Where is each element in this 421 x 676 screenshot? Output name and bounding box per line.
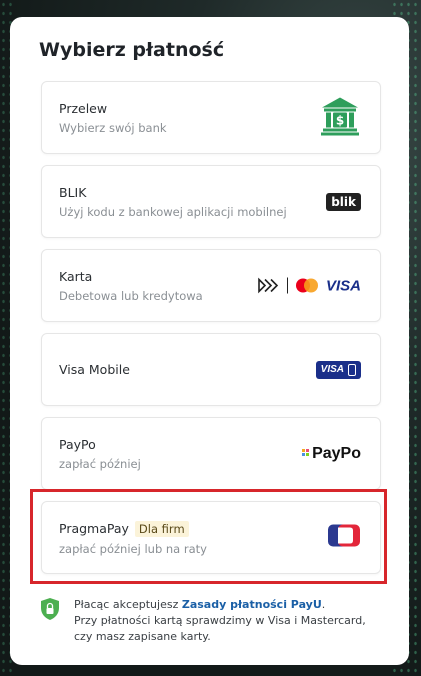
option-description: Debetowa lub kredytowa: [59, 289, 203, 303]
option-name: Przelew: [59, 101, 108, 116]
option-description: Wybierz swój bank: [59, 121, 167, 135]
bank-icon: $: [319, 94, 361, 141]
option-name: BLIK: [59, 185, 87, 200]
paypo-logo: PayPo: [302, 445, 361, 463]
option-description: zapłać później: [59, 457, 141, 471]
footer-text: Płacąc akceptujesz Zasady płatności PayU…: [74, 598, 366, 643]
option-name: PayPo: [59, 437, 96, 452]
mastercard-icon: [295, 278, 318, 293]
option-description: Użyj kodu z bankowej aplikacji mobilnej: [59, 205, 287, 219]
payment-option-blik[interactable]: BLIK Użyj kodu z bankowej aplikacji mobi…: [41, 165, 381, 238]
payment-option-visa-mobile[interactable]: Visa Mobile VISA: [41, 333, 381, 406]
blik-logo: blik: [326, 192, 361, 211]
visa-logo: VISA: [325, 277, 361, 294]
selection-highlight: [30, 489, 387, 584]
contactless-icon: [258, 277, 279, 294]
option-name: Karta: [59, 269, 93, 284]
option-name: Visa Mobile: [59, 362, 130, 377]
svg-text:$: $: [336, 113, 344, 127]
terms-link[interactable]: Zasady płatności PayU: [182, 598, 322, 611]
payment-modal: Wybierz płatność Przelew Wybierz swój ba…: [10, 17, 409, 665]
payment-option-paypo[interactable]: PayPo zapłać później PayPo: [41, 417, 381, 490]
card-logos: VISA: [257, 277, 361, 294]
visa-mobile-logo: VISA: [315, 360, 361, 379]
shield-lock-icon: [41, 598, 59, 620]
payment-option-przelew[interactable]: Przelew Wybierz swój bank $: [41, 81, 381, 154]
payment-option-karta[interactable]: Karta Debetowa lub kredytowa VISA: [41, 249, 381, 322]
page-title: Wybierz płatność: [39, 39, 225, 61]
